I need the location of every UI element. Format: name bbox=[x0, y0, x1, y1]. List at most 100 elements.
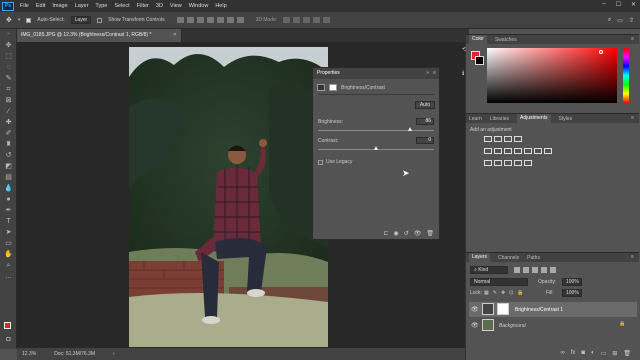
blend-mode-dropdown[interactable]: Normal bbox=[470, 278, 528, 286]
tab-adjustments[interactable]: Adjustments bbox=[516, 114, 551, 123]
color-panel-menu-icon[interactable]: ≡ bbox=[631, 36, 634, 42]
contrast-slider-thumb[interactable] bbox=[374, 146, 378, 150]
menu-type[interactable]: Type bbox=[95, 3, 107, 9]
exposure-icon[interactable] bbox=[514, 136, 522, 142]
minimize-icon[interactable]: – bbox=[602, 1, 605, 8]
color-balance-icon[interactable] bbox=[504, 148, 512, 154]
align-left-icon[interactable] bbox=[206, 17, 214, 23]
tab-styles[interactable]: Styles bbox=[559, 116, 573, 122]
brightness-slider[interactable] bbox=[318, 127, 434, 131]
menu-filter[interactable]: Filter bbox=[137, 3, 149, 9]
selective-color-icon[interactable] bbox=[524, 160, 532, 166]
menu-layer[interactable]: Layer bbox=[75, 3, 89, 9]
3d-slide-icon[interactable] bbox=[313, 17, 321, 23]
distribute-icon[interactable] bbox=[236, 17, 244, 23]
lock-position-icon[interactable]: ✥ bbox=[501, 290, 505, 296]
status-arrow-icon[interactable]: › bbox=[113, 351, 115, 357]
brightness-value-field[interactable]: 86 bbox=[416, 118, 434, 125]
hue-saturation-icon[interactable] bbox=[494, 148, 502, 154]
tab-libraries[interactable]: Libraries bbox=[490, 116, 509, 122]
menu-3d[interactable]: 3D bbox=[156, 3, 163, 9]
view-previous-icon[interactable]: ◉ bbox=[393, 230, 398, 237]
auto-select-dropdown[interactable]: Layer bbox=[70, 16, 92, 24]
toolbar-collapse-icon[interactable]: » bbox=[4, 31, 13, 37]
color-field-cursor[interactable] bbox=[599, 50, 603, 54]
tool-preset-dropdown-icon[interactable]: ▾ bbox=[18, 17, 21, 23]
foreground-color-swatch[interactable] bbox=[4, 322, 11, 329]
3d-pan-icon[interactable] bbox=[303, 17, 311, 23]
search-icon[interactable]: ⌕ bbox=[608, 17, 611, 24]
menu-view[interactable]: View bbox=[170, 3, 182, 9]
zoom-level[interactable]: 12.3% bbox=[22, 351, 36, 357]
new-layer-icon[interactable]: ⊞ bbox=[612, 350, 617, 357]
contrast-slider[interactable] bbox=[318, 146, 434, 150]
layer-mask-thumbnail[interactable] bbox=[497, 303, 509, 315]
crop-tool-icon[interactable]: ⌗ bbox=[4, 86, 13, 93]
shape-filter-icon[interactable] bbox=[541, 267, 547, 273]
adjustment-filter-icon[interactable] bbox=[523, 267, 529, 273]
hue-slider[interactable] bbox=[623, 48, 629, 103]
adjustment-icon[interactable] bbox=[317, 84, 325, 91]
new-group-icon[interactable]: ▭ bbox=[601, 350, 607, 357]
clone-stamp-icon[interactable]: ♜ bbox=[4, 141, 13, 148]
curves-icon[interactable] bbox=[504, 136, 512, 142]
close-icon[interactable]: ✕ bbox=[631, 1, 636, 8]
color-field[interactable] bbox=[487, 48, 617, 103]
use-legacy-checkbox[interactable] bbox=[318, 159, 323, 165]
layer-row[interactable]: 👁 Background 🔒 bbox=[469, 318, 637, 333]
tab-paths[interactable]: Paths bbox=[527, 255, 540, 261]
smart-object-filter-icon[interactable] bbox=[550, 267, 556, 273]
clip-to-layer-icon[interactable]: ⊏ bbox=[383, 230, 388, 237]
dodge-tool-icon[interactable]: ● bbox=[4, 196, 13, 203]
visibility-eye-icon[interactable]: 👁 bbox=[471, 322, 479, 329]
layer-name[interactable]: Brightness/Contrast 1 bbox=[515, 307, 563, 313]
reset-icon[interactable]: ↺ bbox=[404, 230, 409, 237]
healing-brush-icon[interactable]: ✚ bbox=[4, 119, 13, 126]
layer-name[interactable]: Background bbox=[499, 323, 526, 329]
document-photo[interactable] bbox=[129, 47, 328, 347]
auto-select-checkbox[interactable] bbox=[26, 17, 32, 23]
frame-tool-icon[interactable]: ⊠ bbox=[4, 97, 13, 104]
align-center-icon[interactable] bbox=[216, 17, 224, 23]
opacity-field[interactable]: 100% bbox=[562, 278, 582, 286]
color-lookup-icon[interactable] bbox=[544, 148, 552, 154]
threshold-icon[interactable] bbox=[504, 160, 512, 166]
gradient-map-icon[interactable] bbox=[514, 160, 522, 166]
more-tools-icon[interactable]: … bbox=[4, 273, 13, 280]
black-white-icon[interactable] bbox=[514, 148, 522, 154]
posterize-icon[interactable] bbox=[494, 160, 502, 166]
path-selection-icon[interactable]: ➤ bbox=[4, 229, 13, 236]
brightness-contrast-icon[interactable] bbox=[484, 136, 492, 142]
layer-filter-dropdown[interactable]: ⌕ Kind bbox=[470, 266, 508, 274]
marquee-tool-icon[interactable]: ⬚ bbox=[4, 53, 13, 60]
history-brush-icon[interactable]: ↺ bbox=[4, 152, 13, 159]
brightness-slider-thumb[interactable] bbox=[407, 127, 412, 131]
add-mask-icon[interactable]: ◙ bbox=[581, 350, 585, 356]
blur-tool-icon[interactable]: 💧 bbox=[4, 185, 13, 192]
align-right-icon[interactable] bbox=[226, 17, 234, 23]
lock-artboard-icon[interactable]: ⊡ bbox=[509, 290, 513, 296]
3d-scale-icon[interactable] bbox=[323, 17, 331, 23]
tab-layers[interactable]: Layers bbox=[469, 253, 491, 262]
menu-window[interactable]: Window bbox=[189, 3, 209, 9]
photo-filter-icon[interactable] bbox=[524, 148, 532, 154]
new-adjustment-icon[interactable]: ◐ bbox=[591, 350, 595, 356]
link-layers-icon[interactable]: ∞ bbox=[560, 350, 564, 356]
fill-field[interactable]: 100% bbox=[562, 289, 582, 297]
info-panel-icon[interactable]: ℹ bbox=[462, 70, 464, 77]
lasso-tool-icon[interactable]: ◌ bbox=[4, 64, 13, 71]
adjustments-panel-menu-icon[interactable]: ≡ bbox=[631, 115, 634, 121]
document-tab[interactable]: IMG_0185.JPG @ 12.3% (Brightness/Contras… bbox=[17, 29, 182, 42]
pen-tool-icon[interactable]: ✒ bbox=[4, 207, 13, 214]
transform-controls-checkbox[interactable] bbox=[97, 17, 103, 23]
panel-menu-icon[interactable]: ≡ bbox=[433, 68, 436, 79]
eyedropper-tool-icon[interactable]: ⁄ bbox=[4, 108, 13, 115]
delete-layer-icon[interactable]: 🗑 bbox=[623, 350, 631, 357]
quick-mask-icon[interactable]: ◘ bbox=[4, 336, 13, 343]
align-top-icon[interactable] bbox=[176, 17, 184, 23]
lock-all-icon[interactable]: 🔒 bbox=[517, 290, 523, 296]
align-middle-icon[interactable] bbox=[186, 17, 194, 23]
menu-select[interactable]: Select bbox=[114, 3, 129, 9]
vibrance-icon[interactable] bbox=[484, 148, 492, 154]
menu-file[interactable]: File bbox=[20, 3, 29, 9]
